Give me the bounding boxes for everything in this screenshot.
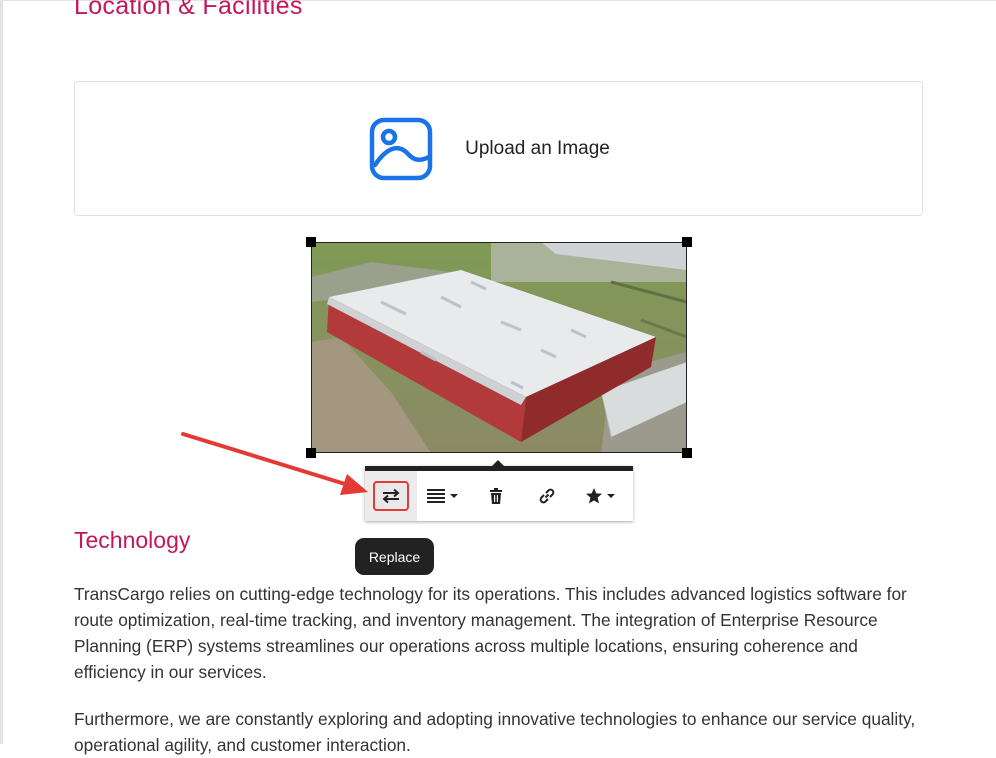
resize-handle-top-right[interactable] (682, 237, 692, 247)
link-image-button[interactable] (521, 471, 573, 521)
warehouse-photo (311, 242, 687, 453)
technology-paragraph-2: Furthermore, we are constantly exploring… (74, 709, 916, 755)
delete-image-button[interactable] (471, 471, 521, 521)
image-style-dropdown[interactable] (573, 471, 631, 521)
swap-arrows-icon (382, 488, 400, 504)
replace-tooltip: Replace (355, 538, 434, 575)
align-image-dropdown[interactable] (417, 471, 471, 521)
upload-image-dropzone[interactable]: Upload an Image (74, 81, 923, 216)
image-toolbar (365, 466, 633, 521)
align-lines-icon (427, 489, 458, 503)
resize-handle-bottom-right[interactable] (682, 448, 692, 458)
image-icon (369, 117, 433, 180)
technology-paragraph-1: TransCargo relies on cutting-edge techno… (74, 584, 907, 682)
resize-handle-top-left[interactable] (306, 237, 316, 247)
section-heading-technology: Technology (74, 527, 191, 553)
section-heading-location: Location & Facilities (74, 0, 303, 20)
annotation-arrow (181, 432, 368, 495)
upload-image-label: Upload an Image (465, 137, 610, 159)
star-icon (586, 488, 615, 504)
link-icon (539, 488, 555, 504)
selected-image[interactable] (306, 237, 692, 458)
trash-icon (490, 488, 502, 504)
page-left-border (0, 0, 3, 744)
